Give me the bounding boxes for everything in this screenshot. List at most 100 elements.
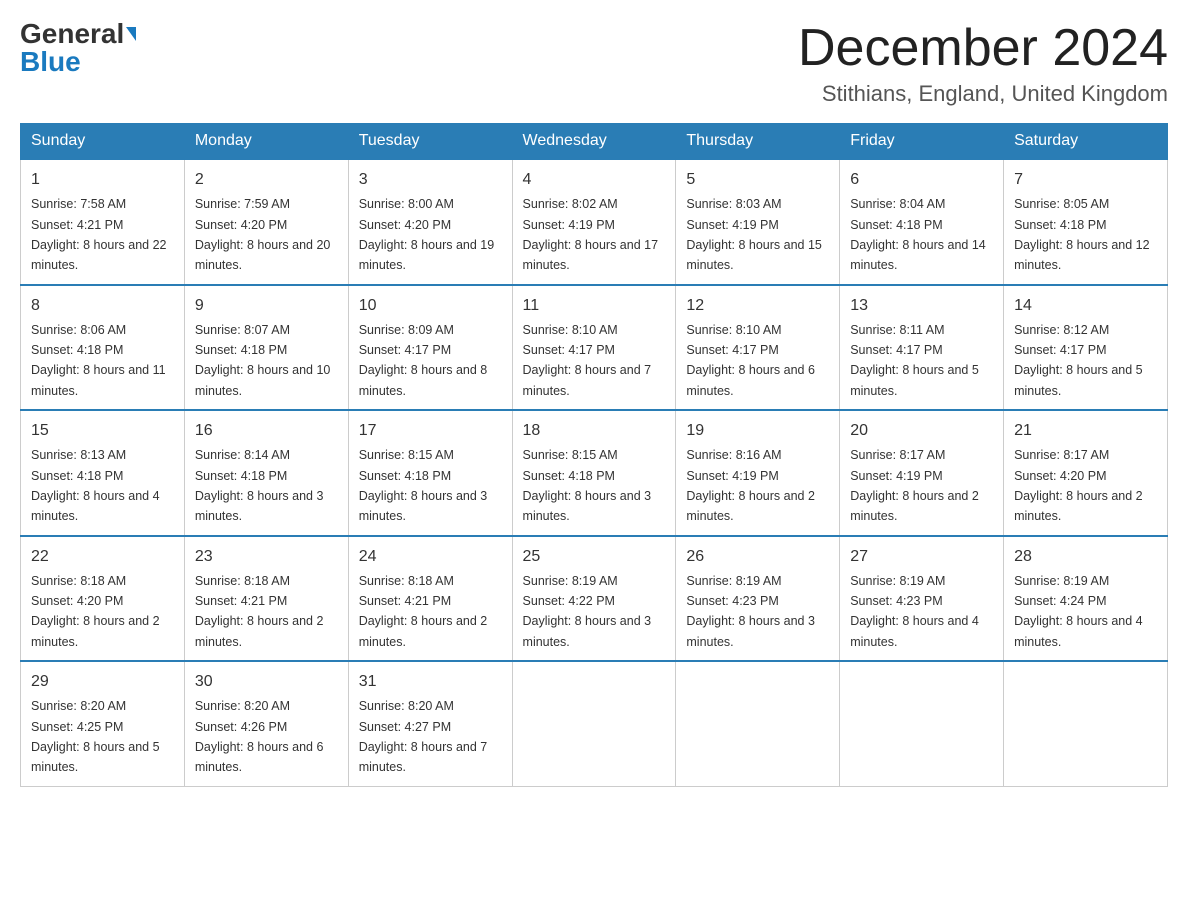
calendar-week-row: 22 Sunrise: 8:18 AMSunset: 4:20 PMDaylig… [21,536,1168,662]
day-number: 15 [31,419,174,443]
day-number: 1 [31,168,174,192]
calendar-week-row: 8 Sunrise: 8:06 AMSunset: 4:18 PMDayligh… [21,285,1168,411]
table-row: 24 Sunrise: 8:18 AMSunset: 4:21 PMDaylig… [348,536,512,662]
table-row: 26 Sunrise: 8:19 AMSunset: 4:23 PMDaylig… [676,536,840,662]
day-info: Sunrise: 8:15 AMSunset: 4:18 PMDaylight:… [359,448,488,523]
day-number: 6 [850,168,993,192]
day-number: 9 [195,294,338,318]
table-row: 22 Sunrise: 8:18 AMSunset: 4:20 PMDaylig… [21,536,185,662]
day-info: Sunrise: 8:19 AMSunset: 4:22 PMDaylight:… [523,574,652,649]
day-info: Sunrise: 8:15 AMSunset: 4:18 PMDaylight:… [523,448,652,523]
table-row [676,661,840,786]
table-row: 16 Sunrise: 8:14 AMSunset: 4:18 PMDaylig… [184,410,348,536]
day-info: Sunrise: 8:00 AMSunset: 4:20 PMDaylight:… [359,197,495,272]
day-info: Sunrise: 7:59 AMSunset: 4:20 PMDaylight:… [195,197,331,272]
table-row: 28 Sunrise: 8:19 AMSunset: 4:24 PMDaylig… [1004,536,1168,662]
table-row: 18 Sunrise: 8:15 AMSunset: 4:18 PMDaylig… [512,410,676,536]
logo-general: General [20,20,124,48]
table-row: 8 Sunrise: 8:06 AMSunset: 4:18 PMDayligh… [21,285,185,411]
table-row: 5 Sunrise: 8:03 AMSunset: 4:19 PMDayligh… [676,159,840,285]
day-number: 5 [686,168,829,192]
table-row: 29 Sunrise: 8:20 AMSunset: 4:25 PMDaylig… [21,661,185,786]
day-info: Sunrise: 8:09 AMSunset: 4:17 PMDaylight:… [359,323,488,398]
day-info: Sunrise: 8:06 AMSunset: 4:18 PMDaylight:… [31,323,166,398]
calendar-week-row: 15 Sunrise: 8:13 AMSunset: 4:18 PMDaylig… [21,410,1168,536]
day-number: 17 [359,419,502,443]
day-number: 24 [359,545,502,569]
day-number: 14 [1014,294,1157,318]
table-row: 12 Sunrise: 8:10 AMSunset: 4:17 PMDaylig… [676,285,840,411]
table-row: 3 Sunrise: 8:00 AMSunset: 4:20 PMDayligh… [348,159,512,285]
day-info: Sunrise: 8:18 AMSunset: 4:21 PMDaylight:… [195,574,324,649]
day-info: Sunrise: 8:10 AMSunset: 4:17 PMDaylight:… [523,323,652,398]
table-row: 14 Sunrise: 8:12 AMSunset: 4:17 PMDaylig… [1004,285,1168,411]
day-info: Sunrise: 8:03 AMSunset: 4:19 PMDaylight:… [686,197,822,272]
table-row: 13 Sunrise: 8:11 AMSunset: 4:17 PMDaylig… [840,285,1004,411]
col-monday: Monday [184,124,348,160]
table-row: 19 Sunrise: 8:16 AMSunset: 4:19 PMDaylig… [676,410,840,536]
day-info: Sunrise: 8:20 AMSunset: 4:25 PMDaylight:… [31,699,160,774]
logo: General Blue [20,20,136,76]
calendar-header-row: Sunday Monday Tuesday Wednesday Thursday… [21,124,1168,160]
table-row: 1 Sunrise: 7:58 AMSunset: 4:21 PMDayligh… [21,159,185,285]
table-row: 27 Sunrise: 8:19 AMSunset: 4:23 PMDaylig… [840,536,1004,662]
day-info: Sunrise: 7:58 AMSunset: 4:21 PMDaylight:… [31,197,167,272]
month-title: December 2024 [798,20,1168,77]
table-row: 15 Sunrise: 8:13 AMSunset: 4:18 PMDaylig… [21,410,185,536]
table-row: 10 Sunrise: 8:09 AMSunset: 4:17 PMDaylig… [348,285,512,411]
table-row: 30 Sunrise: 8:20 AMSunset: 4:26 PMDaylig… [184,661,348,786]
day-info: Sunrise: 8:20 AMSunset: 4:27 PMDaylight:… [359,699,488,774]
day-number: 26 [686,545,829,569]
day-number: 19 [686,419,829,443]
day-info: Sunrise: 8:17 AMSunset: 4:19 PMDaylight:… [850,448,979,523]
table-row [840,661,1004,786]
day-number: 21 [1014,419,1157,443]
day-number: 11 [523,294,666,318]
day-info: Sunrise: 8:14 AMSunset: 4:18 PMDaylight:… [195,448,324,523]
day-number: 12 [686,294,829,318]
page-header: General Blue December 2024 Stithians, En… [20,20,1168,107]
day-info: Sunrise: 8:05 AMSunset: 4:18 PMDaylight:… [1014,197,1150,272]
day-info: Sunrise: 8:02 AMSunset: 4:19 PMDaylight:… [523,197,659,272]
day-number: 8 [31,294,174,318]
day-number: 13 [850,294,993,318]
table-row: 7 Sunrise: 8:05 AMSunset: 4:18 PMDayligh… [1004,159,1168,285]
location-title: Stithians, England, United Kingdom [798,81,1168,107]
day-info: Sunrise: 8:19 AMSunset: 4:23 PMDaylight:… [686,574,815,649]
logo-blue: Blue [20,48,81,76]
table-row: 20 Sunrise: 8:17 AMSunset: 4:19 PMDaylig… [840,410,1004,536]
table-row: 25 Sunrise: 8:19 AMSunset: 4:22 PMDaylig… [512,536,676,662]
day-number: 2 [195,168,338,192]
day-number: 18 [523,419,666,443]
table-row: 21 Sunrise: 8:17 AMSunset: 4:20 PMDaylig… [1004,410,1168,536]
day-number: 4 [523,168,666,192]
table-row: 4 Sunrise: 8:02 AMSunset: 4:19 PMDayligh… [512,159,676,285]
day-info: Sunrise: 8:12 AMSunset: 4:17 PMDaylight:… [1014,323,1143,398]
table-row: 11 Sunrise: 8:10 AMSunset: 4:17 PMDaylig… [512,285,676,411]
day-number: 7 [1014,168,1157,192]
day-info: Sunrise: 8:18 AMSunset: 4:20 PMDaylight:… [31,574,160,649]
calendar-week-row: 29 Sunrise: 8:20 AMSunset: 4:25 PMDaylig… [21,661,1168,786]
day-number: 28 [1014,545,1157,569]
col-tuesday: Tuesday [348,124,512,160]
table-row: 17 Sunrise: 8:15 AMSunset: 4:18 PMDaylig… [348,410,512,536]
table-row: 9 Sunrise: 8:07 AMSunset: 4:18 PMDayligh… [184,285,348,411]
day-info: Sunrise: 8:17 AMSunset: 4:20 PMDaylight:… [1014,448,1143,523]
day-number: 3 [359,168,502,192]
table-row: 6 Sunrise: 8:04 AMSunset: 4:18 PMDayligh… [840,159,1004,285]
day-info: Sunrise: 8:10 AMSunset: 4:17 PMDaylight:… [686,323,815,398]
logo-triangle-icon [126,27,136,41]
title-section: December 2024 Stithians, England, United… [798,20,1168,107]
day-number: 20 [850,419,993,443]
day-info: Sunrise: 8:11 AMSunset: 4:17 PMDaylight:… [850,323,979,398]
day-number: 22 [31,545,174,569]
day-info: Sunrise: 8:07 AMSunset: 4:18 PMDaylight:… [195,323,331,398]
col-wednesday: Wednesday [512,124,676,160]
day-info: Sunrise: 8:18 AMSunset: 4:21 PMDaylight:… [359,574,488,649]
day-info: Sunrise: 8:13 AMSunset: 4:18 PMDaylight:… [31,448,160,523]
calendar-table: Sunday Monday Tuesday Wednesday Thursday… [20,123,1168,787]
col-saturday: Saturday [1004,124,1168,160]
col-sunday: Sunday [21,124,185,160]
day-number: 31 [359,670,502,694]
day-number: 16 [195,419,338,443]
